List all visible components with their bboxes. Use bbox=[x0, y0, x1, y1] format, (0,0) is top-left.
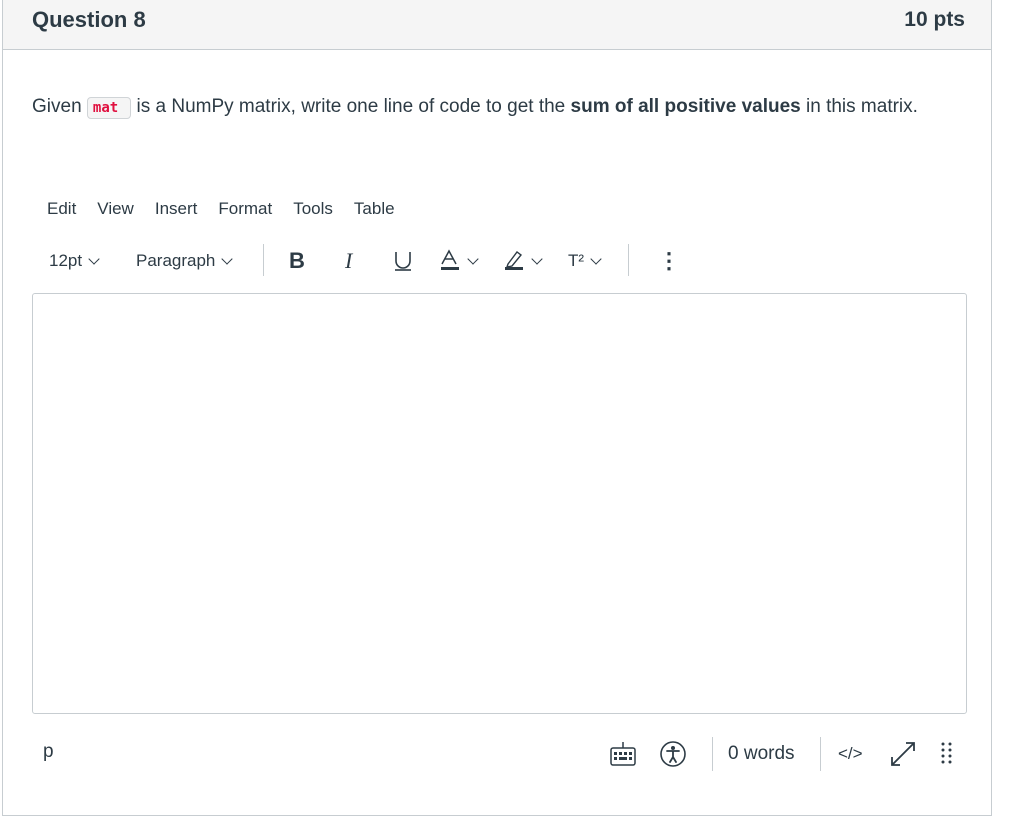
highlight-color-button[interactable] bbox=[503, 240, 543, 282]
accessibility-icon bbox=[660, 741, 686, 767]
block-format-value: Paragraph bbox=[136, 251, 216, 270]
statusbar-divider bbox=[712, 737, 713, 771]
html-editor-toggle[interactable]: </> bbox=[838, 733, 863, 775]
accessibility-checker-button[interactable] bbox=[659, 733, 687, 775]
italic-button[interactable]: I bbox=[345, 240, 352, 282]
prompt-text-middle: is a NumPy matrix, write one line of cod… bbox=[131, 96, 571, 117]
chevron-down-icon bbox=[590, 253, 602, 265]
font-size-value: 12pt bbox=[49, 251, 83, 270]
menu-table[interactable]: Table bbox=[354, 199, 395, 219]
block-format-dropdown[interactable]: Paragraph bbox=[136, 240, 234, 282]
superscript-icon: T² bbox=[568, 251, 585, 270]
more-vertical-icon: ⋮ bbox=[658, 248, 680, 273]
question-header: Question 8 10 pts bbox=[3, 0, 991, 50]
chevron-down-icon bbox=[221, 253, 234, 265]
menu-format[interactable]: Format bbox=[218, 199, 272, 219]
menu-view[interactable]: View bbox=[97, 199, 134, 219]
code-icon: </> bbox=[838, 744, 863, 763]
more-options-button[interactable]: ⋮ bbox=[658, 240, 680, 282]
drag-handle-icon bbox=[941, 742, 952, 764]
element-path[interactable]: p bbox=[43, 741, 54, 763]
word-count-label: 0 words bbox=[728, 743, 795, 764]
bold-button[interactable]: B bbox=[289, 240, 305, 282]
text-color-button[interactable] bbox=[439, 240, 479, 282]
chevron-down-icon bbox=[467, 253, 479, 265]
resize-handle[interactable] bbox=[940, 733, 954, 775]
editor-toolbar: 12pt Paragraph B I T² ⋮ bbox=[43, 240, 743, 282]
chevron-down-icon bbox=[531, 253, 543, 265]
question-points: 10 pts bbox=[904, 8, 965, 31]
prompt-text-bold: sum of all positive values bbox=[570, 96, 801, 117]
prompt-text-before: Given bbox=[32, 96, 87, 117]
question-card: Question 8 10 pts Given mat is a NumPy m… bbox=[2, 0, 992, 816]
menu-insert[interactable]: Insert bbox=[155, 199, 198, 219]
editor-menubar: Edit View Insert Format Tools Table bbox=[47, 199, 416, 219]
statusbar-divider bbox=[820, 737, 821, 771]
expand-icon bbox=[891, 742, 915, 766]
italic-icon: I bbox=[345, 248, 353, 273]
superscript-button[interactable]: T² bbox=[568, 240, 602, 282]
menu-tools[interactable]: Tools bbox=[293, 199, 333, 219]
menu-edit[interactable]: Edit bbox=[47, 199, 76, 219]
font-size-dropdown[interactable]: 12pt bbox=[49, 240, 100, 282]
underline-button[interactable] bbox=[392, 240, 414, 282]
question-title: Question 8 bbox=[32, 7, 146, 32]
underline-icon bbox=[395, 252, 411, 271]
text-color-icon bbox=[441, 249, 459, 270]
word-count[interactable]: 0 words bbox=[728, 733, 795, 775]
toolbar-divider bbox=[263, 244, 264, 276]
bold-icon: B bbox=[289, 248, 305, 273]
chevron-down-icon bbox=[88, 253, 100, 265]
prompt-code: mat bbox=[86, 97, 132, 119]
toolbar-divider bbox=[628, 244, 629, 276]
rich-text-editor-area[interactable] bbox=[32, 293, 967, 714]
editor-statusbar: p 0 words </> bbox=[32, 733, 967, 775]
keyboard-icon bbox=[610, 742, 636, 766]
highlight-pen-icon bbox=[505, 251, 523, 270]
keyboard-shortcuts-button[interactable] bbox=[609, 733, 637, 775]
question-prompt: Given mat is a NumPy matrix, write one l… bbox=[32, 91, 962, 124]
fullscreen-button[interactable] bbox=[888, 733, 918, 775]
prompt-text-after: in this matrix. bbox=[800, 96, 918, 117]
